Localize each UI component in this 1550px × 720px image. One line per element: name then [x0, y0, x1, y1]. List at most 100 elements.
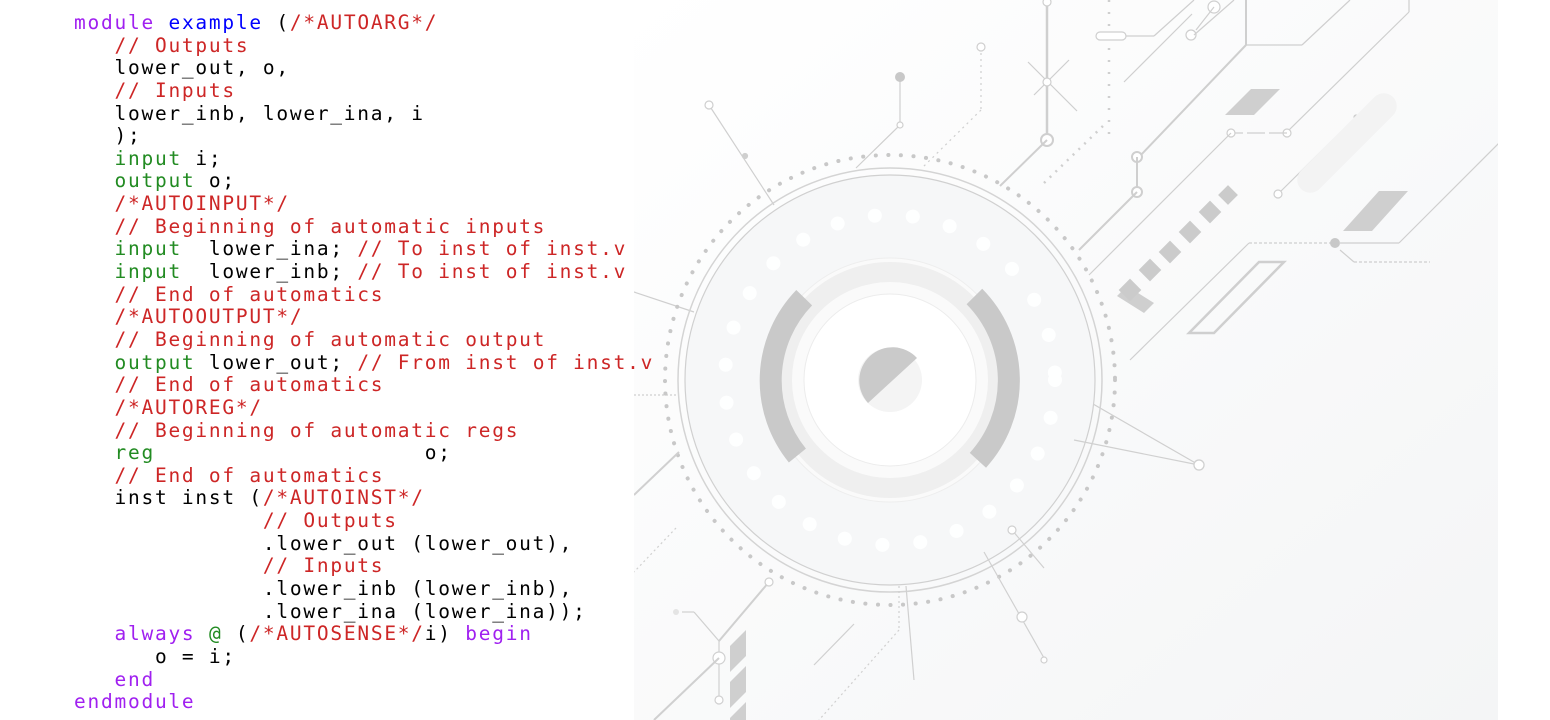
comment-token: // End of automatics	[114, 463, 385, 487]
code-line: /*AUTOINPUT*/	[74, 192, 654, 216]
code-line: // Outputs	[74, 509, 654, 533]
comment-token: /*AUTOINST*/	[262, 486, 425, 510]
code-line: );	[74, 124, 654, 148]
comment-token: // Inputs	[114, 78, 236, 102]
code-line: lower_out, o,	[74, 56, 654, 80]
comment-token: // To inst of inst.v	[357, 260, 628, 284]
code-text: lower_out, o,	[74, 56, 290, 80]
code-line: o = i;	[74, 644, 654, 669]
comment-token: // From inst of inst.v	[357, 350, 655, 374]
type-token: input	[114, 237, 182, 261]
type-token: output	[114, 169, 196, 193]
slide-canvas: module example (/*AUTOARG*/ // Outputs l…	[0, 0, 1550, 720]
comment-token: // End of automatics	[114, 282, 385, 306]
code-line: // End of automatics	[74, 373, 654, 397]
type-token: input	[114, 260, 182, 284]
code-line: input lower_ina; // To inst of inst.v	[74, 238, 654, 261]
code-line: // Inputs	[74, 555, 654, 578]
code-line: endmodule	[74, 690, 654, 714]
code-text: .lower_inb (lower_inb),	[74, 577, 574, 601]
code-line: end	[74, 667, 654, 692]
code-text: o = i;	[74, 644, 236, 668]
code-line: /*AUTOOUTPUT*/	[74, 306, 654, 329]
type-token: output	[114, 350, 196, 374]
type-token: input	[114, 146, 182, 170]
code-line: // Inputs	[74, 78, 654, 103]
code-line: always @ (/*AUTOSENSE*/i) begin	[74, 622, 654, 646]
code-line: // End of automatics	[74, 282, 654, 307]
code-line: /*AUTOREG*/	[74, 395, 654, 420]
code-line: module example (/*AUTOARG*/	[74, 11, 654, 35]
code-text: );	[74, 124, 142, 148]
type-token: reg	[114, 441, 155, 465]
code-line: input lower_inb; // To inst of inst.v	[74, 260, 654, 284]
type-token: @	[208, 622, 223, 646]
comment-token: /*AUTOOUTPUT*/	[114, 305, 304, 329]
comment-token: // Beginning of automatic inputs	[114, 214, 547, 238]
code-line: .lower_ina (lower_ina));	[74, 599, 654, 624]
comment-token: /*AUTOINPUT*/	[114, 192, 290, 216]
code-line: // Outputs	[74, 33, 654, 58]
code-line: // Beginning of automatic output	[74, 327, 654, 352]
keyword-token: endmodule	[74, 690, 196, 714]
code-text: lower_inb, lower_ina, i	[74, 101, 425, 125]
code-text: i;	[181, 146, 223, 170]
code-line: // Beginning of automatic regs	[74, 418, 654, 443]
code-line: .lower_inb (lower_inb),	[74, 577, 654, 601]
code-line: .lower_out (lower_out),	[74, 531, 654, 556]
comment-token: // Outputs	[114, 33, 250, 57]
comment-token: // Inputs	[262, 554, 385, 578]
verilog-code-listing: module example (/*AUTOARG*/ // Outputs l…	[74, 11, 655, 714]
comment-token: // To inst of inst.v	[357, 237, 628, 261]
code-text: (	[222, 622, 250, 646]
module-name-token: example	[168, 11, 263, 34]
code-line: input i;	[74, 146, 654, 171]
comment-token: // Beginning of automatic output	[114, 327, 547, 351]
keyword-token: end	[114, 667, 155, 691]
code-text: o;	[195, 169, 236, 193]
code-text: inst inst (	[74, 486, 263, 510]
comment-token: // Beginning of automatic regs	[114, 418, 520, 442]
code-text: lower_ina;	[181, 237, 358, 261]
comment-token: /*AUTOSENSE*/	[249, 622, 425, 646]
code-line: // End of automatics	[74, 463, 654, 488]
code-line: // Beginning of automatic inputs	[74, 214, 654, 239]
code-text: i)	[424, 622, 466, 646]
code-line: output o;	[74, 170, 654, 193]
keyword-token: always	[114, 622, 196, 646]
code-text: .lower_out (lower_out),	[74, 531, 574, 555]
code-line: lower_inb, lower_ina, i	[74, 101, 654, 126]
code-text: .lower_ina (lower_ina));	[74, 599, 587, 623]
code-text: (	[262, 11, 290, 34]
code-line: output lower_out; // From inst of inst.v	[74, 350, 655, 375]
code-text: lower_out;	[195, 350, 358, 374]
code-text: o;	[154, 441, 452, 465]
comment-token: /*AUTOREG*/	[114, 395, 263, 419]
comment-token: // Outputs	[262, 509, 398, 533]
code-line: reg o;	[74, 441, 654, 465]
code-text: lower_inb;	[181, 260, 358, 284]
comment-token: // End of automatics	[114, 373, 385, 397]
code-line: inst inst (/*AUTOINST*/	[74, 487, 654, 510]
